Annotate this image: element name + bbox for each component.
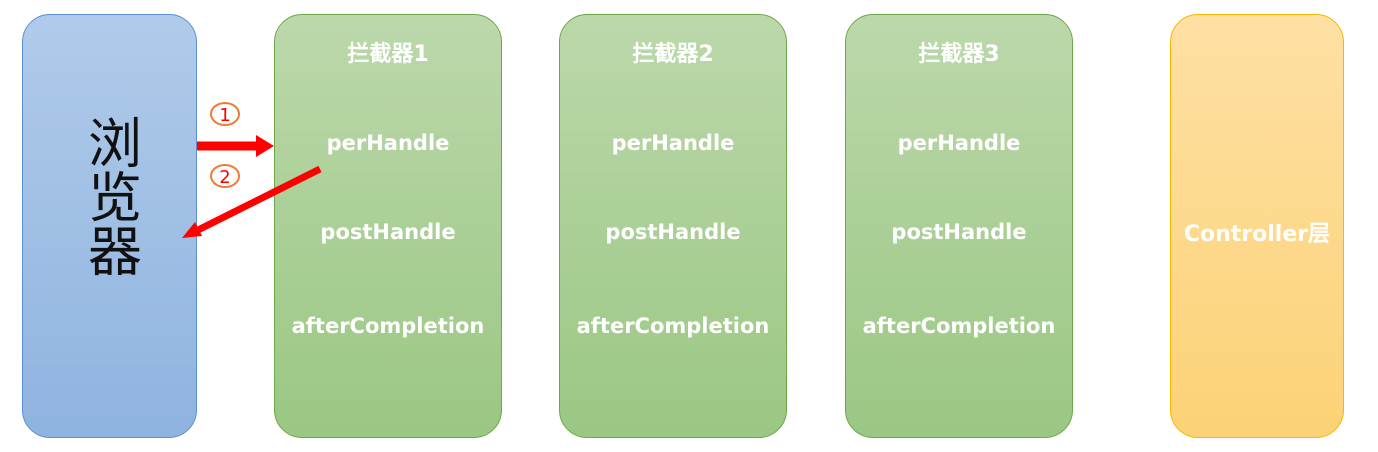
step-1-number: 1 <box>219 105 230 126</box>
interceptor-1-box: 拦截器1 perHandle postHandle afterCompletio… <box>274 14 502 438</box>
interceptor-1-prehandle: perHandle <box>326 131 450 155</box>
interceptor-3-title: 拦截器3 <box>918 42 1000 67</box>
request-arrow <box>197 135 274 157</box>
step-2-number: 2 <box>219 167 230 188</box>
interceptor-2-aftercompletion: afterCompletion <box>576 314 770 338</box>
interceptor-3-aftercompletion: afterCompletion <box>862 314 1056 338</box>
request-arrow-head <box>256 135 274 157</box>
interceptor-3-box: 拦截器3 perHandle postHandle afterCompletio… <box>845 14 1073 438</box>
step-1-marker: 1 <box>210 102 240 126</box>
interceptor-3-posthandle: postHandle <box>891 220 1027 244</box>
step-1-circle <box>210 102 240 126</box>
interceptor-2-prehandle: perHandle <box>611 131 735 155</box>
step-2-circle <box>210 164 240 188</box>
interceptor-1-title: 拦截器1 <box>347 42 429 67</box>
interceptor-1-aftercompletion: afterCompletion <box>291 314 485 338</box>
browser-box: 浏览器 <box>22 14 197 438</box>
interceptor-2-posthandle: postHandle <box>605 220 741 244</box>
interceptor-3-prehandle: perHandle <box>897 131 1021 155</box>
step-2-marker: 2 <box>210 164 240 188</box>
controller-label: Controller层 <box>1183 222 1331 247</box>
controller-box: Controller层 <box>1170 14 1344 438</box>
interceptor-1-posthandle: postHandle <box>320 220 456 244</box>
interceptor-2-box: 拦截器2 perHandle postHandle afterCompletio… <box>559 14 787 438</box>
interceptor-2-title: 拦截器2 <box>632 42 714 67</box>
browser-label: 浏览器 <box>78 115 142 277</box>
